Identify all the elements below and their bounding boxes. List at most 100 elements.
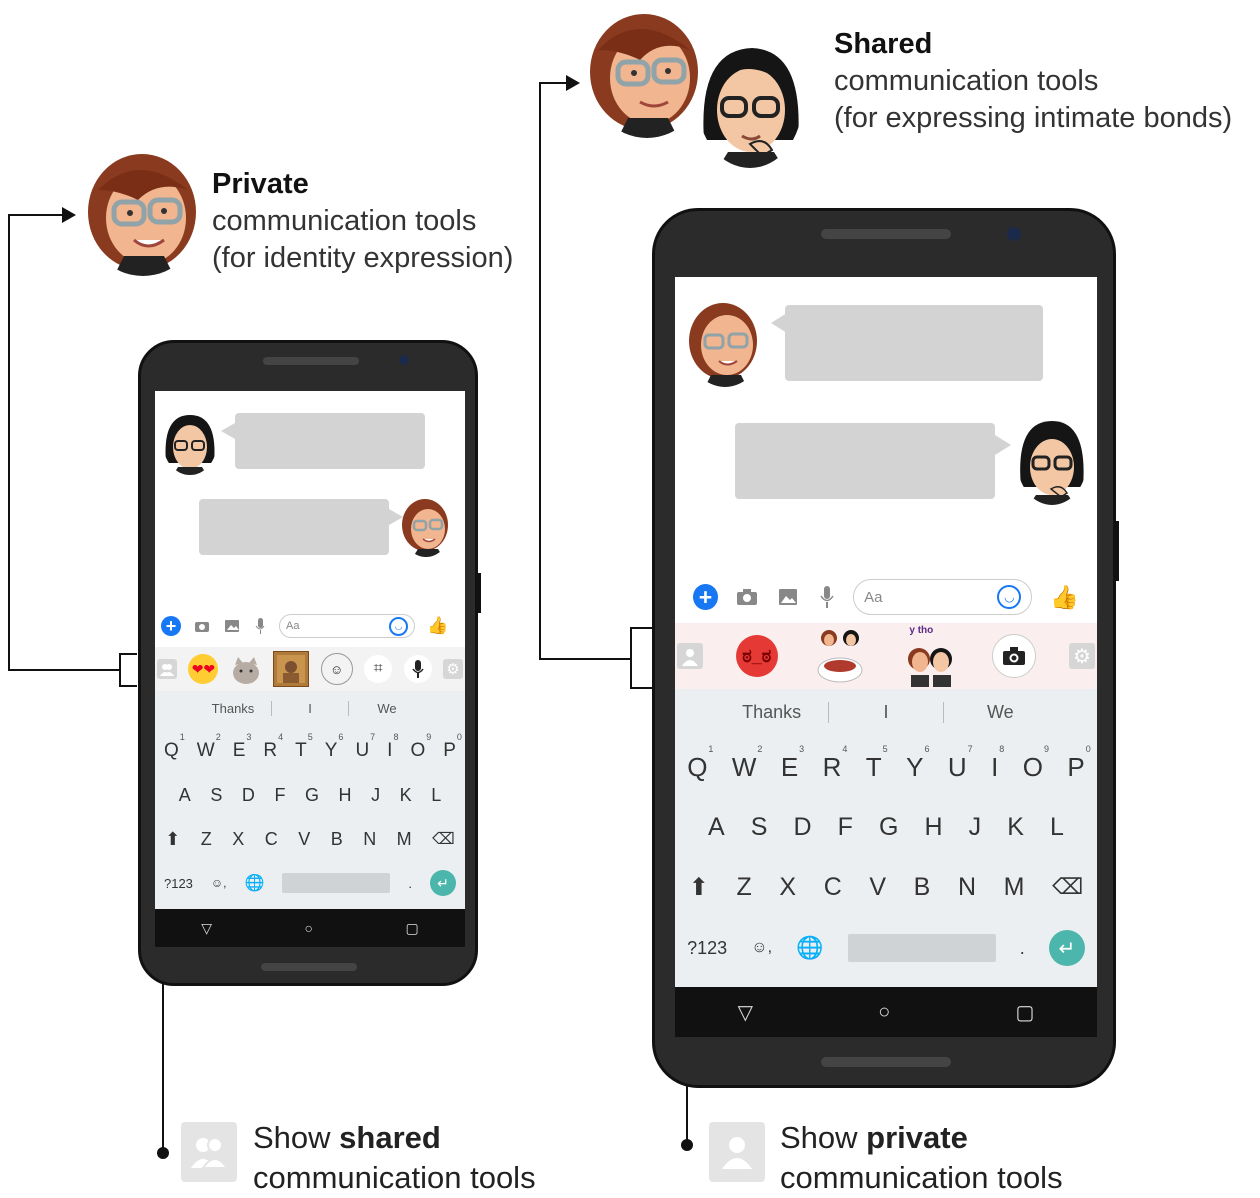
key[interactable]: X <box>779 873 796 902</box>
key[interactable]: O9 <box>1023 744 1049 783</box>
gear-icon[interactable]: ⚙ <box>1068 643 1095 669</box>
two-people-icon[interactable] <box>157 659 177 679</box>
faces-drawing-sticker-icon[interactable]: ☺ <box>320 653 353 685</box>
enter-icon[interactable]: ↵ <box>429 870 456 896</box>
coffee-couple-sticker-icon[interactable] <box>811 626 869 686</box>
key[interactable]: D <box>242 785 255 806</box>
key[interactable]: G <box>305 785 319 806</box>
key[interactable]: R4 <box>823 744 848 783</box>
thumbs-up-icon[interactable]: 👍 <box>1050 584 1079 611</box>
key[interactable]: T5 <box>295 732 313 762</box>
plus-circle-icon[interactable]: + <box>161 616 181 636</box>
key[interactable]: Y6 <box>325 732 344 762</box>
heart-eyes-emoji-icon[interactable]: ❤❤ <box>188 654 219 684</box>
period-key[interactable]: . <box>1020 938 1025 959</box>
key[interactable]: F <box>838 813 853 842</box>
key[interactable]: Z <box>737 873 752 902</box>
plus-circle-icon[interactable]: + <box>693 584 718 610</box>
globe-icon[interactable]: 🌐 <box>796 935 823 961</box>
key[interactable]: C <box>824 873 842 902</box>
key[interactable]: U7 <box>355 732 375 762</box>
key[interactable]: L <box>1050 813 1064 842</box>
period-key[interactable]: . <box>408 876 412 891</box>
key[interactable]: W2 <box>732 744 763 783</box>
key[interactable]: H <box>925 813 943 842</box>
suggestion-item[interactable]: Thanks <box>195 701 271 716</box>
key[interactable]: C <box>265 829 278 850</box>
circle-home-icon[interactable]: ○ <box>305 920 313 936</box>
key[interactable]: N <box>363 829 376 850</box>
message-input[interactable]: Aa ◡ <box>853 579 1033 615</box>
triangle-back-icon[interactable]: ▽ <box>201 920 212 937</box>
key[interactable]: S <box>751 813 768 842</box>
suggestion-item[interactable]: I <box>272 701 348 716</box>
key[interactable]: I8 <box>991 744 1004 783</box>
key[interactable]: V <box>869 873 886 902</box>
microphone-icon[interactable] <box>253 617 267 635</box>
angry-face-sticker-icon[interactable]: ಠ_ಠ <box>735 635 778 677</box>
camera-icon[interactable] <box>992 634 1037 678</box>
symbols-key[interactable]: ?123 <box>164 876 193 891</box>
smiley-icon[interactable]: ◡ <box>997 585 1022 609</box>
triangle-back-icon[interactable]: ▽ <box>738 1000 753 1025</box>
key[interactable]: G <box>879 813 898 842</box>
key[interactable]: K <box>1007 813 1024 842</box>
key[interactable]: B <box>914 873 931 902</box>
key[interactable]: M <box>397 829 412 850</box>
key[interactable]: U7 <box>948 744 973 783</box>
key[interactable]: A <box>708 813 725 842</box>
key[interactable]: I8 <box>387 732 398 762</box>
key[interactable]: P0 <box>1067 744 1090 783</box>
circle-home-icon[interactable]: ○ <box>878 1001 890 1024</box>
y-tho-couple-sticker-icon[interactable]: y tho <box>901 625 959 687</box>
thumbs-up-icon[interactable]: 👍 <box>427 616 448 636</box>
globe-icon[interactable]: 🌐 <box>244 873 264 893</box>
photo-sticker-icon[interactable] <box>273 651 310 687</box>
emoji-comma-key[interactable]: ☺, <box>751 939 772 957</box>
suggestion-item[interactable]: I <box>829 702 942 723</box>
key[interactable]: K <box>400 785 412 806</box>
pusheen-cat-sticker-icon[interactable] <box>230 653 262 685</box>
microphone-icon[interactable] <box>403 655 432 683</box>
key[interactable]: E3 <box>233 732 252 762</box>
key[interactable]: J <box>371 785 380 806</box>
key[interactable]: N <box>958 873 976 902</box>
key[interactable]: T5 <box>866 744 888 783</box>
shift-arrow-icon[interactable]: ⬆ <box>689 873 709 902</box>
suggestion-item[interactable]: Thanks <box>715 702 828 723</box>
key[interactable]: Q1 <box>687 744 713 783</box>
square-recents-icon[interactable]: ▢ <box>1015 1000 1034 1025</box>
camera-icon[interactable] <box>193 617 211 635</box>
symbols-key[interactable]: ?123 <box>687 938 727 959</box>
backspace-icon[interactable]: ⌫ <box>432 829 455 849</box>
crop-icon[interactable]: ⌗ <box>364 655 393 683</box>
space-bar[interactable] <box>847 934 996 962</box>
person-icon[interactable] <box>677 643 703 669</box>
key[interactable]: F <box>274 785 285 806</box>
key[interactable]: W2 <box>197 732 221 762</box>
key[interactable]: J <box>969 813 982 842</box>
key[interactable]: B <box>331 829 343 850</box>
key[interactable]: H <box>339 785 352 806</box>
camera-icon[interactable] <box>736 585 759 609</box>
key[interactable]: V <box>298 829 310 850</box>
key[interactable]: A <box>179 785 191 806</box>
key[interactable]: O9 <box>410 732 431 762</box>
suggestion-item[interactable]: We <box>944 702 1057 723</box>
backspace-icon[interactable]: ⌫ <box>1052 874 1083 900</box>
key[interactable]: S <box>210 785 222 806</box>
smiley-icon[interactable]: ◡ <box>389 616 408 636</box>
key[interactable]: L <box>431 785 441 806</box>
suggestion-item[interactable]: We <box>349 701 425 716</box>
key[interactable]: M <box>1004 873 1025 902</box>
key[interactable]: Y6 <box>906 744 929 783</box>
key[interactable]: X <box>232 829 244 850</box>
message-input[interactable]: Aa ◡ <box>279 614 415 638</box>
key[interactable]: D <box>794 813 812 842</box>
emoji-comma-key[interactable]: ☺, <box>211 876 227 890</box>
microphone-icon[interactable] <box>818 585 835 609</box>
square-recents-icon[interactable]: ▢ <box>406 920 419 937</box>
key[interactable]: R4 <box>263 732 283 762</box>
gear-icon[interactable]: ⚙ <box>442 659 463 679</box>
shift-arrow-icon[interactable]: ⬆ <box>165 829 180 850</box>
